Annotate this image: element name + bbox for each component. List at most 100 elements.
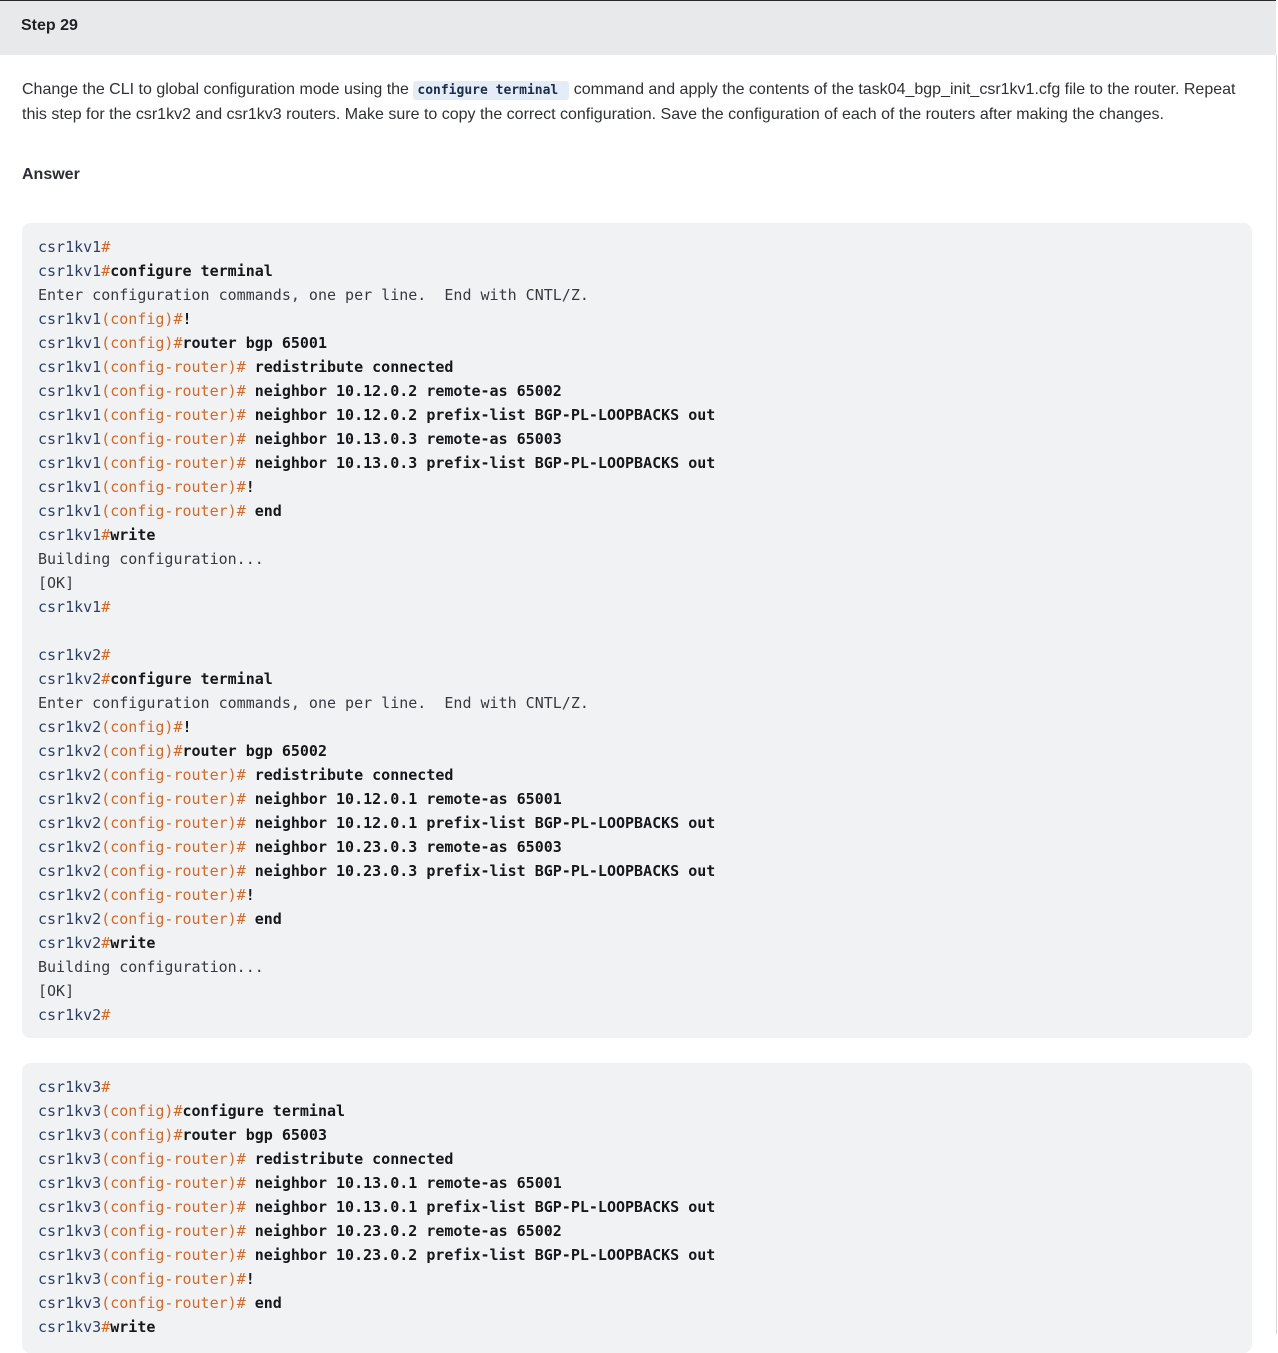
code-line: csr1kv3(config-router)# neighbor 10.23.0…	[38, 1243, 1236, 1267]
prompt-symbol: #	[101, 238, 111, 256]
command-text: router bgp 65003	[182, 1126, 328, 1144]
prompt-symbol: #	[101, 526, 111, 544]
command-text: redistribute connected	[245, 358, 454, 376]
code-line: csr1kv3#	[38, 1075, 1236, 1099]
prompt-hostname: csr1kv2	[38, 1006, 102, 1024]
command-text: neighbor 10.23.0.3 remote-as 65003	[245, 838, 562, 856]
prompt-symbol: #	[101, 646, 111, 664]
prompt-hostname: csr1kv3	[38, 1174, 102, 1192]
answer-label: Answer	[22, 166, 80, 183]
prompt-hostname: csr1kv3	[38, 1294, 102, 1312]
prompt-symbol: #	[101, 934, 111, 952]
command-text: neighbor 10.13.0.3 remote-as 65003	[245, 430, 562, 448]
code-line: csr1kv2(config-router)# end	[38, 907, 1236, 931]
code-line: csr1kv2#	[38, 643, 1236, 667]
prompt-mode: (config-router)	[101, 1174, 237, 1192]
prompt-mode: (config-router)	[101, 910, 237, 928]
prompt-hostname: csr1kv1	[38, 358, 102, 376]
code-line: csr1kv1(config-router)# neighbor 10.12.0…	[38, 379, 1236, 403]
command-text: !	[182, 718, 192, 736]
output-text: Enter configuration commands, one per li…	[38, 694, 589, 712]
prompt-mode: (config-router)	[101, 478, 237, 496]
prompt-hostname: csr1kv2	[38, 838, 102, 856]
prompt-hostname: csr1kv3	[38, 1318, 102, 1336]
prompt-hostname: csr1kv3	[38, 1270, 102, 1288]
prompt-hostname: csr1kv2	[38, 670, 102, 688]
command-text: neighbor 10.23.0.3 prefix-list BGP-PL-LO…	[245, 862, 716, 880]
prompt-symbol: #	[236, 406, 246, 424]
code-line: csr1kv2#write	[38, 931, 1236, 955]
prompt-symbol: #	[236, 430, 246, 448]
command-text: !	[245, 1270, 255, 1288]
prompt-symbol: #	[236, 886, 246, 904]
prompt-symbol: #	[236, 1270, 246, 1288]
instruction-text-before: Change the CLI to global configuration m…	[22, 81, 414, 98]
code-line: csr1kv1(config-router)# redistribute con…	[38, 355, 1236, 379]
command-text: neighbor 10.12.0.1 prefix-list BGP-PL-LO…	[245, 814, 716, 832]
content-divider	[1276, 55, 1277, 1334]
code-line: csr1kv1(config-router)# end	[38, 499, 1236, 523]
prompt-symbol: #	[236, 382, 246, 400]
prompt-symbol: #	[173, 742, 183, 760]
prompt-mode: (config)	[101, 718, 174, 736]
prompt-symbol: #	[236, 790, 246, 808]
command-text: router bgp 65002	[182, 742, 328, 760]
command-text: write	[110, 526, 156, 544]
prompt-mode: (config-router)	[101, 358, 237, 376]
command-text: neighbor 10.13.0.1 remote-as 65001	[245, 1174, 562, 1192]
code-line: Building configuration...	[38, 955, 1236, 979]
prompt-mode: (config)	[101, 742, 174, 760]
code-block[interactable]: csr1kv3# csr1kv3(config)#configure termin…	[22, 1063, 1252, 1353]
code-line: csr1kv3(config-router)# neighbor 10.13.0…	[38, 1195, 1236, 1219]
prompt-symbol: #	[101, 1318, 111, 1336]
prompt-symbol: #	[173, 310, 183, 328]
prompt-hostname: csr1kv1	[38, 262, 102, 280]
code-block[interactable]: csr1kv1# csr1kv1#configure terminal Enter …	[22, 223, 1252, 1038]
prompt-hostname: csr1kv3	[38, 1246, 102, 1264]
prompt-hostname: csr1kv3	[38, 1222, 102, 1240]
command-text: !	[245, 478, 255, 496]
inline-code: configure terminal	[413, 81, 570, 100]
prompt-hostname: csr1kv1	[38, 502, 102, 520]
code-line: [OK]	[38, 571, 1236, 595]
prompt-symbol: #	[236, 814, 246, 832]
code-line: [OK]	[38, 979, 1236, 1003]
code-line: csr1kv3(config-router)#!	[38, 1267, 1236, 1291]
prompt-hostname: csr1kv1	[38, 598, 102, 616]
prompt-symbol: #	[101, 1078, 111, 1096]
command-text: end	[245, 1294, 282, 1312]
prompt-hostname: csr1kv2	[38, 718, 102, 736]
prompt-symbol: #	[236, 502, 246, 520]
code-line: csr1kv3(config-router)# neighbor 10.23.0…	[38, 1219, 1236, 1243]
command-text: configure terminal	[182, 1102, 346, 1120]
prompt-symbol: #	[173, 1126, 183, 1144]
prompt-symbol: #	[101, 598, 111, 616]
output-text: [OK]	[38, 574, 75, 592]
prompt-symbol: #	[173, 334, 183, 352]
command-text: end	[245, 910, 282, 928]
code-line: csr1kv2(config-router)# neighbor 10.12.0…	[38, 811, 1236, 835]
prompt-hostname: csr1kv2	[38, 934, 102, 952]
prompt-symbol: #	[236, 1246, 246, 1264]
prompt-hostname: csr1kv1	[38, 310, 102, 328]
instruction-paragraph: Change the CLI to global configuration m…	[22, 78, 1262, 127]
output-text: Building configuration...	[38, 550, 264, 568]
code-line: Enter configuration commands, one per li…	[38, 283, 1236, 307]
code-line: csr1kv1#	[38, 235, 1236, 259]
prompt-mode: (config)	[101, 1102, 174, 1120]
prompt-mode: (config-router)	[101, 814, 237, 832]
prompt-symbol: #	[236, 910, 246, 928]
output-text: Enter configuration commands, one per li…	[38, 286, 589, 304]
command-text: !	[182, 310, 192, 328]
code-line: csr1kv2#configure terminal	[38, 667, 1236, 691]
prompt-mode: (config-router)	[101, 430, 237, 448]
code-line: csr1kv1(config)#router bgp 65001	[38, 331, 1236, 355]
code-line: csr1kv3(config-router)# end	[38, 1291, 1236, 1315]
prompt-hostname: csr1kv3	[38, 1102, 102, 1120]
prompt-hostname: csr1kv3	[38, 1150, 102, 1168]
prompt-mode: (config-router)	[101, 862, 237, 880]
prompt-mode: (config-router)	[101, 454, 237, 472]
prompt-hostname: csr1kv2	[38, 766, 102, 784]
code-line: csr1kv1(config)#!	[38, 307, 1236, 331]
code-line: csr1kv2(config-router)#!	[38, 883, 1236, 907]
